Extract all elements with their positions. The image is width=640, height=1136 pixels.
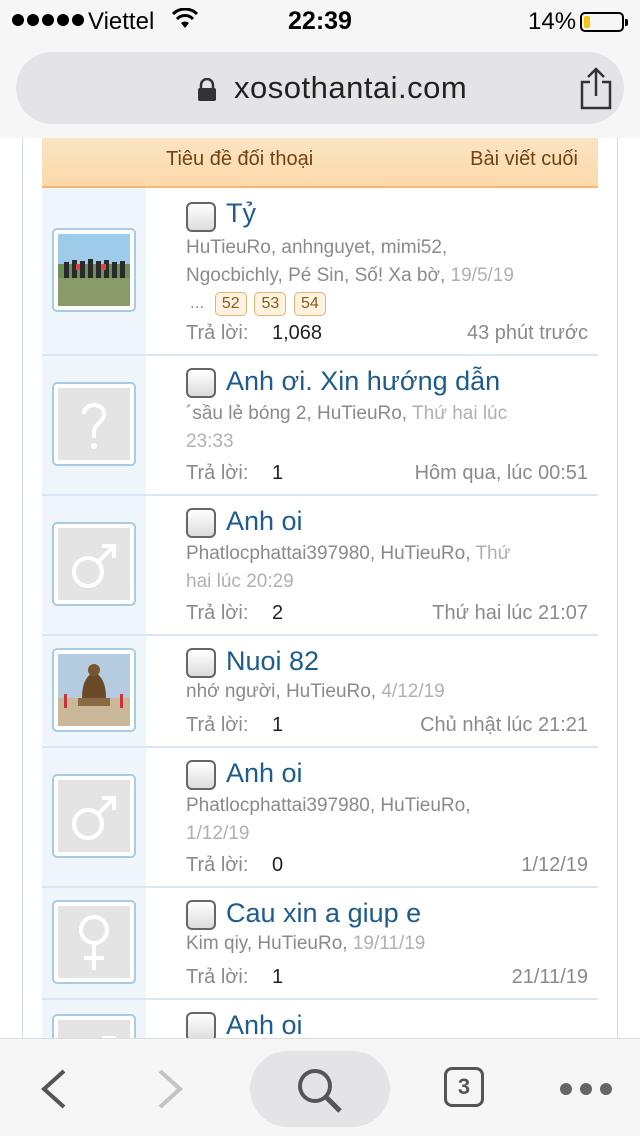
address-bar[interactable]: xosothantai.com [16, 52, 624, 124]
thread-row[interactable]: Anh oi Phatlocphattai397980, HuTieuRo, 1… [42, 748, 598, 888]
thread-row[interactable]: Nuoi 82 nhớ người, HuTieuRo, 4/12/19 Trả… [42, 636, 598, 748]
thread-participants: Kim qiy, HuTieuRo, 19/11/19 [186, 930, 596, 958]
status-bar: Viettel 22:39 14% [0, 0, 640, 42]
last-post-time[interactable]: Hôm qua, lúc 00:51 [415, 462, 588, 485]
thread-date: Thứ hai lúc [412, 403, 508, 424]
pages-ellipsis: ... [190, 293, 205, 312]
url-text[interactable]: xosothantai.com [234, 70, 467, 106]
thread-row[interactable]: Anh oi [42, 1000, 598, 1038]
search-button[interactable] [250, 1051, 390, 1127]
thread-participants: HuTieuRo, anhnguyet, mimi52, Ngocbichly,… [186, 234, 596, 290]
thread-checkbox[interactable] [186, 760, 216, 790]
last-post-time[interactable]: 21/11/19 [512, 966, 588, 989]
avatar[interactable] [52, 774, 136, 858]
reply-count: 1 [272, 714, 284, 736]
reply-count: 1 [272, 462, 284, 484]
thread-date: 1/12/19 [186, 823, 250, 844]
thread-checkbox[interactable] [186, 202, 216, 232]
battery-icon [580, 12, 628, 32]
browser-toolbar: 3 [0, 1038, 640, 1136]
thread-row[interactable]: Anh ơi. Xin hướng dẫn ´sầu lẻ bóng 2, Hu… [42, 356, 598, 496]
participants-line: HuTieuRo, anhnguyet, mimi52, [186, 237, 448, 258]
participants-line: ´sầu lẻ bóng 2, HuTieuRo, [186, 403, 408, 424]
reply-count: 1,068 [272, 322, 323, 344]
reply-label: Trả lời: [186, 602, 249, 624]
thread-title[interactable]: Anh oi [226, 758, 303, 789]
thread-participants: nhớ người, HuTieuRo, 4/12/19 [186, 678, 596, 706]
thread-checkbox[interactable] [186, 1012, 216, 1038]
thread-title[interactable]: Anh ơi. Xin hướng dẫn [226, 366, 500, 397]
more-icon[interactable] [560, 1083, 612, 1095]
page-links: ... 52 53 54 [190, 292, 329, 316]
thread-row[interactable]: Anh oi Phatlocphattai397980, HuTieuRo, T… [42, 496, 598, 636]
thread-participants: ´sầu lẻ bóng 2, HuTieuRo, Thứ hai lúc 23… [186, 400, 596, 456]
thread-row[interactable]: Cau xin a giup e Kim qiy, HuTieuRo, 19/1… [42, 888, 598, 1000]
last-post-time[interactable]: Chủ nhật lúc 21:21 [420, 714, 588, 737]
thread-date: 19/11/19 [352, 933, 426, 954]
participants-line: Kim qiy, HuTieuRo, [186, 933, 348, 954]
male-icon [72, 544, 116, 588]
unknown-gender-icon [82, 403, 107, 449]
back-icon[interactable] [38, 1067, 68, 1111]
participants-line: nhớ người, HuTieuRo, [186, 681, 377, 702]
thread-row[interactable]: Tỷ HuTieuRo, anhnguyet, mimi52, Ngocbich… [42, 188, 598, 356]
reply-count: 0 [272, 854, 284, 876]
male-icon [102, 1036, 116, 1038]
thread-date: Thứ [475, 543, 511, 564]
reply-label: Trả lời: [186, 854, 249, 876]
thread-date: 4/12/19 [381, 681, 445, 702]
thread-title[interactable]: Nuoi 82 [226, 646, 319, 677]
female-icon [79, 915, 109, 970]
forward-icon[interactable] [156, 1067, 186, 1111]
avatar-photo [58, 654, 130, 726]
participants-line: Phatlocphattai397980, HuTieuRo, [186, 543, 471, 564]
avatar[interactable] [52, 648, 136, 732]
search-icon [298, 1069, 342, 1113]
thread-date: hai lúc 20:29 [186, 571, 294, 592]
battery-percent: 14% [528, 8, 577, 35]
thread-checkbox[interactable] [186, 900, 216, 930]
avatar[interactable] [52, 900, 136, 984]
thread-date: 19/5/19 [450, 265, 514, 286]
browser-address-area: xosothantai.com [0, 42, 640, 138]
page-link[interactable]: 53 [254, 292, 287, 316]
thread-participants: Phatlocphattai397980, HuTieuRo, Thứ hai … [186, 540, 596, 596]
reply-label: Trả lời: [186, 462, 249, 484]
thread-checkbox[interactable] [186, 508, 216, 538]
column-header-last-post[interactable]: Bài viết cuối [470, 148, 578, 171]
reply-label: Trả lời: [186, 966, 249, 988]
thread-checkbox[interactable] [186, 648, 216, 678]
page-link[interactable]: 52 [214, 292, 247, 316]
thread-title[interactable]: Cau xin a giup e [226, 898, 421, 929]
thread-checkbox[interactable] [186, 368, 216, 398]
thread-title[interactable]: Anh oi [226, 506, 303, 537]
share-icon[interactable] [576, 66, 616, 110]
column-header-title[interactable]: Tiêu đề đối thoại [166, 148, 313, 171]
thread-participants: Phatlocphattai397980, HuTieuRo, 1/12/19 [186, 792, 596, 848]
avatar-photo [58, 234, 130, 306]
thread-date: 23:33 [186, 431, 234, 452]
reply-label: Trả lời: [186, 714, 249, 736]
last-post-time[interactable]: 43 phút trước [467, 322, 588, 345]
avatar[interactable] [52, 382, 136, 466]
participants-line: Phatlocphattai397980, HuTieuRo, [186, 795, 471, 816]
thread-title[interactable]: Anh oi [226, 1010, 303, 1038]
tabs-button[interactable]: 3 [444, 1067, 484, 1107]
last-post-time[interactable]: Thứ hai lúc 21:07 [432, 602, 588, 625]
last-post-time[interactable]: 1/12/19 [521, 854, 588, 877]
threads-table-header: Tiêu đề đối thoại Bài viết cuối [42, 138, 598, 188]
reply-count: 2 [272, 602, 284, 624]
page-content: Tiêu đề đối thoại Bài viết cuối Tỷ HuTie… [0, 138, 640, 1038]
avatar[interactable] [52, 228, 136, 312]
male-icon [72, 796, 116, 840]
avatar[interactable] [52, 1014, 136, 1038]
participants-line: Ngocbichly, Pé Sin, Số! Xa bờ, [186, 265, 446, 286]
thread-title[interactable]: Tỷ [226, 198, 256, 229]
reply-count: 1 [272, 966, 284, 988]
avatar[interactable] [52, 522, 136, 606]
lock-icon [198, 78, 216, 101]
page-link[interactable]: 54 [293, 292, 326, 316]
reply-label: Trả lời: [186, 322, 249, 344]
